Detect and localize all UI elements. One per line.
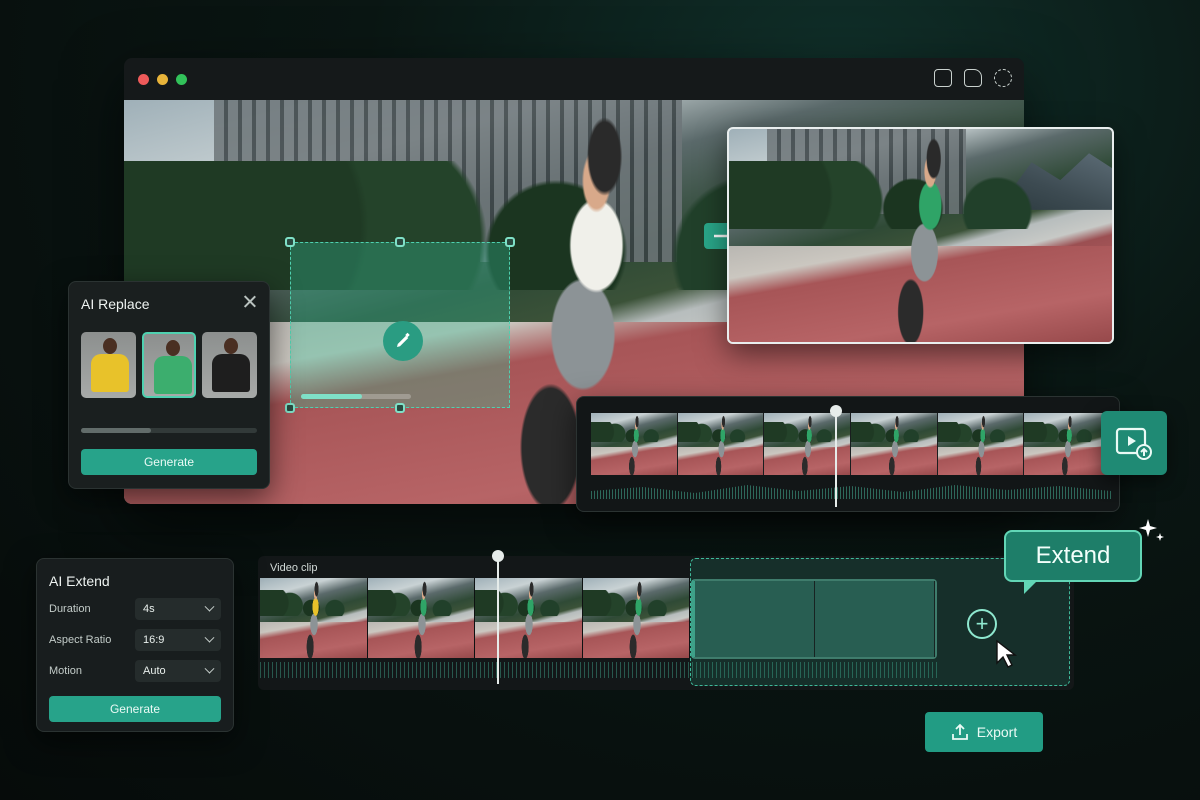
- effects-icon[interactable]: [994, 69, 1012, 87]
- toolbar-icons: [934, 69, 1012, 87]
- aspect-ratio-select[interactable]: 16:9: [135, 629, 221, 651]
- option-yellow-shirt[interactable]: [81, 332, 136, 398]
- resize-handle[interactable]: [285, 237, 295, 247]
- duration-label: Duration: [49, 603, 91, 615]
- replace-progress-bar: [81, 428, 257, 433]
- export-label: Export: [976, 724, 1018, 740]
- aspect-ratio-row: Aspect Ratio 16:9: [49, 629, 221, 651]
- extend-generate-button[interactable]: Generate: [49, 696, 221, 722]
- sparkle-icon: [1139, 519, 1164, 541]
- filmstrip-frame: [591, 413, 678, 475]
- resize-handle[interactable]: [285, 403, 295, 413]
- crop-icon[interactable]: [934, 69, 952, 87]
- motion-row: Motion Auto: [49, 660, 221, 682]
- clip-frame: [367, 578, 475, 658]
- upload-icon: [951, 723, 968, 740]
- clip-frame: [475, 578, 583, 658]
- ai-extend-title: AI Extend: [49, 573, 110, 589]
- filmstrip-playhead[interactable]: [835, 411, 837, 507]
- video-upload-button[interactable]: [1101, 411, 1167, 475]
- maximize-window-button[interactable]: [176, 73, 187, 85]
- sticker-icon[interactable]: [964, 69, 982, 87]
- chevron-down-icon: [204, 601, 215, 612]
- minimize-window-button[interactable]: [157, 73, 168, 85]
- clip-frame: [582, 578, 690, 658]
- resize-handle[interactable]: [505, 237, 515, 247]
- duration-select[interactable]: 4s: [135, 598, 221, 620]
- window-titlebar: [124, 58, 1024, 100]
- motion-label: Motion: [49, 665, 83, 677]
- chevron-down-icon: [204, 632, 215, 643]
- export-button[interactable]: Export: [925, 712, 1043, 752]
- selection-progress-bar: [301, 394, 411, 399]
- filmstrip-frame: [851, 413, 938, 475]
- motion-value: Auto: [143, 665, 166, 677]
- clip-frame: [260, 578, 368, 658]
- timeline-playhead-knob[interactable]: [492, 550, 504, 562]
- extend-button[interactable]: Extend: [1004, 530, 1142, 594]
- duration-row: Duration 4s: [49, 598, 221, 620]
- resize-handle[interactable]: [395, 237, 405, 247]
- aspect-ratio-value: 16:9: [143, 634, 165, 646]
- timeline-playhead[interactable]: [497, 556, 499, 684]
- duration-value: 4s: [143, 603, 155, 615]
- ai-replace-panel: AI Replace Generate: [68, 281, 270, 489]
- chevron-down-icon: [204, 663, 215, 674]
- resize-handle[interactable]: [395, 403, 405, 413]
- close-window-button[interactable]: [138, 73, 149, 85]
- replace-selection-box[interactable]: [285, 237, 515, 413]
- replace-options: [81, 332, 258, 398]
- filmstrip-waveform: [591, 485, 1111, 499]
- option-green-shirt[interactable]: [141, 332, 197, 398]
- filmstrip-frame: [677, 413, 765, 475]
- track-label: Video clip: [270, 562, 318, 574]
- aspect-ratio-label: Aspect Ratio: [49, 634, 112, 646]
- filmstrip-frame: [937, 413, 1025, 475]
- video-upload-icon: [1115, 427, 1152, 460]
- filmstrip-frames[interactable]: [591, 413, 1112, 475]
- pencil-icon[interactable]: [383, 321, 423, 361]
- filmstrip-panel: [576, 396, 1120, 512]
- result-preview: [727, 127, 1114, 344]
- filmstrip-frame: [764, 413, 852, 475]
- ghost-frame: [695, 581, 815, 657]
- close-icon[interactable]: [243, 295, 257, 309]
- option-black-shirt[interactable]: [202, 332, 258, 398]
- cursor-icon: [996, 639, 1018, 668]
- extended-clip-preview[interactable]: [691, 579, 937, 659]
- motion-select[interactable]: Auto: [135, 660, 221, 682]
- add-icon[interactable]: +: [967, 609, 997, 639]
- video-clip-track[interactable]: [260, 578, 690, 658]
- ai-replace-title: AI Replace: [81, 296, 150, 312]
- ai-extend-panel: AI Extend Duration 4s Aspect Ratio 16:9 …: [36, 558, 234, 732]
- ghost-frame: [815, 581, 935, 657]
- replace-generate-button[interactable]: Generate: [81, 449, 257, 475]
- filmstrip-playhead-knob[interactable]: [830, 405, 842, 417]
- filmstrip-frame: [1024, 413, 1112, 475]
